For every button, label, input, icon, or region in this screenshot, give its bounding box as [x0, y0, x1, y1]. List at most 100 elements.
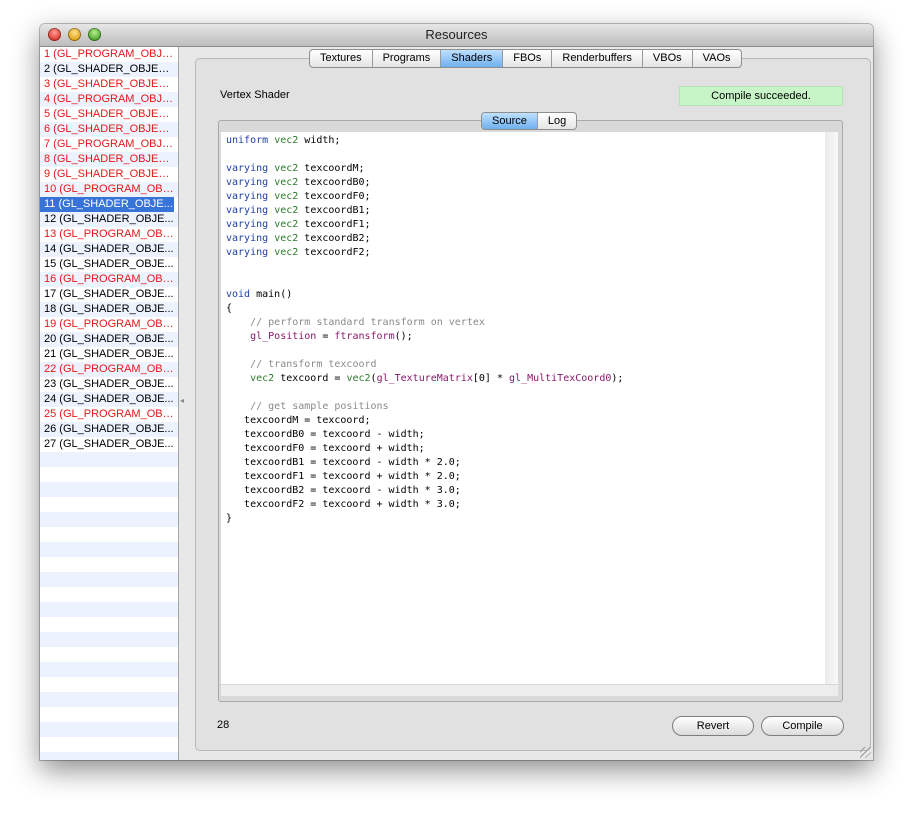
- code-token: vec2: [274, 247, 299, 258]
- resource-list-item[interactable]: 6 (GL_SHADER_OBJEC...: [40, 122, 174, 137]
- compile-button[interactable]: Compile: [761, 716, 844, 736]
- resource-list-item[interactable]: 26 (GL_SHADER_OBJE...: [40, 422, 174, 437]
- resource-list-item[interactable]: 1 (GL_PROGRAM_OBJE...: [40, 47, 174, 62]
- code-token: texcoordB2;: [298, 233, 371, 244]
- code-token: texcoordB1 = texcoord - width * 2.0;: [226, 457, 461, 468]
- resource-list-item[interactable]: 14 (GL_SHADER_OBJE...: [40, 242, 174, 257]
- code-token: );: [611, 373, 624, 384]
- resource-list-item[interactable]: 25 (GL_PROGRAM_OBJ...: [40, 407, 174, 422]
- code-token: varying: [226, 177, 269, 188]
- tab-log[interactable]: Log: [538, 113, 576, 129]
- tab-vaos[interactable]: VAOs: [693, 50, 741, 67]
- revert-button[interactable]: Revert: [672, 716, 754, 736]
- code-line: varying vec2 texcoordB1;: [226, 204, 820, 218]
- tab-vbos[interactable]: VBOs: [643, 50, 693, 67]
- resource-list-item[interactable]: 24 (GL_SHADER_OBJE...: [40, 392, 174, 407]
- resource-list-item[interactable]: 10 (GL_PROGRAM_OBJ...: [40, 182, 174, 197]
- code-token: vec2: [250, 373, 275, 384]
- tab-textures[interactable]: Textures: [310, 50, 373, 67]
- code-token: uniform: [226, 135, 269, 146]
- resource-list-item[interactable]: 4 (GL_PROGRAM_OBJE...: [40, 92, 174, 107]
- resource-list-item[interactable]: 2 (GL_SHADER_OBJEC...: [40, 62, 174, 77]
- line-count: 28: [217, 719, 230, 731]
- vertical-scrollbar[interactable]: [825, 132, 838, 695]
- code-token: texcoordB0 = texcoord - width;: [226, 429, 425, 440]
- code-token: gl_TextureMatrix: [376, 373, 473, 384]
- code-line: texcoordF0 = texcoord + width;: [226, 442, 820, 456]
- code-token: vec2: [346, 373, 371, 384]
- code-token: vec2: [274, 233, 299, 244]
- tab-fbos[interactable]: FBOs: [503, 50, 553, 67]
- resource-list[interactable]: 1 (GL_PROGRAM_OBJE... 2 (GL_SHADER_OBJEC.…: [40, 47, 179, 760]
- code-token: texcoordF2 = texcoord + width * 3.0;: [226, 499, 461, 510]
- tab-shaders[interactable]: Shaders: [441, 50, 504, 67]
- tab-source[interactable]: Source: [482, 113, 538, 129]
- code-token: vec2: [274, 191, 299, 202]
- code-line: texcoordB1 = texcoord - width * 2.0;: [226, 456, 820, 470]
- source-code[interactable]: uniform vec2 width; varying vec2 texcoord…: [221, 132, 825, 528]
- code-line: varying vec2 texcoordF0;: [226, 190, 820, 204]
- resource-list-item[interactable]: 17 (GL_SHADER_OBJE...: [40, 287, 174, 302]
- code-token: vec2: [274, 219, 299, 230]
- code-token: texcoordM = texcoord;: [226, 415, 371, 426]
- code-line: vec2 texcoord = vec2(gl_TextureMatrix[0]…: [226, 372, 820, 386]
- tab-programs[interactable]: Programs: [373, 50, 442, 67]
- resource-list-item[interactable]: 12 (GL_SHADER_OBJE...: [40, 212, 174, 227]
- splitter-handle[interactable]: ◂: [180, 396, 184, 405]
- code-token: width;: [298, 135, 341, 146]
- resource-list-item[interactable]: 23 (GL_SHADER_OBJE...: [40, 377, 174, 392]
- code-token: texcoordF2;: [298, 247, 371, 258]
- code-line: // perform standard transform on vertex: [226, 316, 820, 330]
- resource-list-item[interactable]: 9 (GL_SHADER_OBJEC...: [40, 167, 174, 182]
- resource-list-item[interactable]: 11 (GL_SHADER_OBJE...: [40, 197, 174, 212]
- tab-renderbuffers[interactable]: Renderbuffers: [552, 50, 643, 67]
- code-token: texcoord =: [274, 373, 347, 384]
- code-token: =: [316, 331, 335, 342]
- code-line: // transform texcoord: [226, 358, 820, 372]
- title-bar[interactable]: Resources: [40, 24, 873, 47]
- code-line: texcoordB2 = texcoord - width * 3.0;: [226, 484, 820, 498]
- resource-list-item[interactable]: 3 (GL_SHADER_OBJEC...: [40, 77, 174, 92]
- resize-grip-icon[interactable]: [860, 747, 871, 758]
- code-token: {: [226, 303, 233, 314]
- code-line: }: [226, 512, 820, 526]
- resource-list-item[interactable]: 21 (GL_SHADER_OBJE...: [40, 347, 174, 362]
- resource-list-item[interactable]: 13 (GL_PROGRAM_OBJ...: [40, 227, 174, 242]
- compile-status-badge: Compile succeeded.: [679, 86, 843, 106]
- resource-list-item[interactable]: 8 (GL_SHADER_OBJEC...: [40, 152, 174, 167]
- source-editor[interactable]: uniform vec2 width; varying vec2 texcoord…: [221, 132, 825, 695]
- resource-type-tabs: Textures Programs Shaders FBOs Renderbuffers…: [309, 49, 742, 68]
- code-line: varying vec2 texcoordM;: [226, 162, 820, 176]
- resource-list-item[interactable]: 22 (GL_PROGRAM_OBJ...: [40, 362, 174, 377]
- horizontal-scrollbar[interactable]: [221, 684, 838, 696]
- resource-list-item[interactable]: 16 (GL_PROGRAM_OBJ...: [40, 272, 174, 287]
- shader-type-label: Vertex Shader: [220, 89, 290, 101]
- window-title: Resources: [425, 27, 488, 42]
- code-token: texcoordF1 = texcoord + width * 2.0;: [226, 471, 461, 482]
- resource-list-item[interactable]: 15 (GL_SHADER_OBJE...: [40, 257, 174, 272]
- resource-list-item[interactable]: 19 (GL_PROGRAM_OBJ...: [40, 317, 174, 332]
- code-token: varying: [226, 163, 269, 174]
- resource-list-item[interactable]: 20 (GL_SHADER_OBJE...: [40, 332, 174, 347]
- code-token: gl_MultiTexCoord0: [509, 373, 612, 384]
- code-line: uniform vec2 width;: [226, 134, 820, 148]
- code-token: texcoordB2 = texcoord - width * 3.0;: [226, 485, 461, 496]
- code-token: [0] *: [472, 373, 510, 384]
- source-log-tabs: Source Log: [481, 112, 578, 130]
- code-token: vec2: [274, 177, 299, 188]
- code-line: varying vec2 texcoordB0;: [226, 176, 820, 190]
- resource-list-item[interactable]: 27 (GL_SHADER_OBJE...: [40, 437, 174, 452]
- code-token: // transform texcoord: [250, 359, 377, 370]
- code-line: void main(): [226, 288, 820, 302]
- code-line: {: [226, 302, 820, 316]
- code-line: gl_Position = ftransform();: [226, 330, 820, 344]
- resource-list-item[interactable]: 5 (GL_SHADER_OBJEC...: [40, 107, 174, 122]
- resource-list-item[interactable]: 18 (GL_SHADER_OBJE...: [40, 302, 174, 317]
- code-line: texcoordM = texcoord;: [226, 414, 820, 428]
- resource-list-item[interactable]: 7 (GL_PROGRAM_OBJE...: [40, 137, 174, 152]
